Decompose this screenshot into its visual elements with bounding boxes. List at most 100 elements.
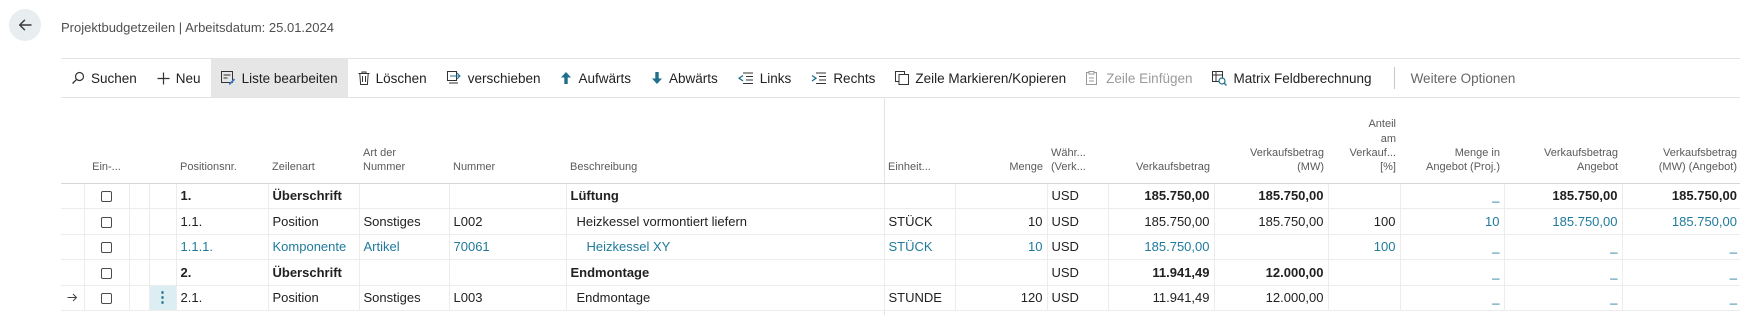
search-button[interactable]: Suchen <box>61 59 147 97</box>
cell-menge[interactable] <box>955 183 1048 209</box>
cell-nummer[interactable]: 70061 <box>449 234 567 260</box>
cell-anteil[interactable]: 100 <box>1328 208 1401 235</box>
cell-verkaufsbetrag[interactable]: 185.750,00 <box>1108 183 1215 209</box>
cell-menge-angebot[interactable]: _ <box>1400 183 1505 209</box>
row-checkbox[interactable] <box>101 242 112 254</box>
col-header-waehrung[interactable]: Währ... (Verk... <box>1047 98 1108 184</box>
cell-menge-angebot[interactable]: _ <box>1400 234 1505 260</box>
table-row-current[interactable]: ⋮ 2.1. Position Sonstiges L003 Endmontag… <box>61 285 1740 311</box>
cell-anteil[interactable]: 100 <box>1328 234 1401 260</box>
table-row[interactable]: 1. Überschrift Lüftung USD 185.750,00 18… <box>61 183 1740 209</box>
cell-beschreibung[interactable]: Endmontage <box>566 259 885 286</box>
delete-button[interactable]: Löschen <box>348 59 437 97</box>
col-header-verkaufsbetrag-mw[interactable]: Verkaufsbetrag (MW) <box>1214 98 1328 184</box>
row-checkbox[interactable] <box>101 267 112 279</box>
cell-menge-angebot[interactable]: _ <box>1400 259 1505 286</box>
row-checkbox[interactable] <box>101 293 112 305</box>
cell-art-der-nummer[interactable]: Sonstiges <box>359 285 450 311</box>
outdent-button[interactable]: Links <box>728 59 802 97</box>
cell-beschreibung[interactable]: Heizkessel XY <box>566 234 885 260</box>
cell-verkaufsbetrag-mw-angebot[interactable]: _ <box>1622 234 1740 260</box>
cell-verkaufsbetrag-angebot[interactable]: 185.750,00 <box>1504 208 1623 235</box>
cell-verkaufsbetrag-mw-angebot[interactable]: _ <box>1622 285 1740 311</box>
table-row[interactable]: 2. Überschrift Endmontage USD 11.941,49 … <box>61 259 1740 286</box>
cell-verkaufsbetrag-mw[interactable]: 185.750,00 <box>1214 208 1329 235</box>
cell-verkaufsbetrag[interactable]: 11.941,49 <box>1108 285 1215 311</box>
cell-nummer[interactable] <box>449 259 567 286</box>
row-checkbox[interactable] <box>101 191 112 203</box>
cell-positionsnr[interactable]: 1.1.1. <box>176 234 269 260</box>
edit-list-button[interactable]: Liste bearbeiten <box>210 59 348 97</box>
cell-verkaufsbetrag-mw-angebot[interactable]: 185.750,00 <box>1622 208 1740 235</box>
cell-verkaufsbetrag-mw[interactable]: 185.750,00 <box>1214 183 1329 209</box>
col-header-zeilenart[interactable]: Zeilenart <box>268 98 359 184</box>
move-button[interactable]: verschieben <box>437 59 551 97</box>
cell-beschreibung[interactable]: Lüftung <box>566 183 885 209</box>
cell-waehrung[interactable]: USD <box>1047 259 1109 286</box>
cell-verkaufsbetrag[interactable]: 185.750,00 <box>1108 208 1215 235</box>
matrix-calculation-button[interactable]: Matrix Feldberechnung <box>1202 59 1381 97</box>
cell-anteil[interactable] <box>1328 285 1401 311</box>
row-actions-icon[interactable]: ⋮ <box>155 290 170 305</box>
cell-einheit[interactable]: STÜCK <box>884 234 956 260</box>
col-header-beschreibung[interactable]: Beschreibung <box>566 98 884 184</box>
cell-waehrung[interactable]: USD <box>1047 234 1109 260</box>
cell-positionsnr[interactable]: 2.1. <box>176 285 269 311</box>
col-header-verkaufsbetrag[interactable]: Verkaufsbetrag <box>1108 98 1214 184</box>
col-header-anteil[interactable]: Anteil am Verkauf... [%] <box>1328 98 1400 184</box>
cell-verkaufsbetrag-mw[interactable]: 12.000,00 <box>1214 285 1329 311</box>
cell-zeilenart[interactable]: Komponente <box>268 234 360 260</box>
col-header-verkaufsbetrag-mw-angebot[interactable]: Verkaufsbetrag (MW) (Angebot) <box>1622 98 1740 184</box>
cell-einheit[interactable]: STÜCK <box>884 208 956 235</box>
cell-einheit[interactable] <box>884 183 956 209</box>
col-header-einheit[interactable]: Einheit... <box>884 98 955 184</box>
cell-verkaufsbetrag-mw[interactable] <box>1214 234 1329 260</box>
cell-zeilenart[interactable]: Überschrift <box>268 183 360 209</box>
cell-menge-angebot[interactable]: 10 <box>1400 208 1505 235</box>
cell-art-der-nummer[interactable] <box>359 183 450 209</box>
col-header-ein[interactable]: Ein-... <box>84 98 129 184</box>
cell-positionsnr[interactable]: 1.1. <box>176 208 269 235</box>
cell-verkaufsbetrag-angebot[interactable]: _ <box>1504 234 1623 260</box>
cell-verkaufsbetrag-mw-angebot[interactable]: _ <box>1622 259 1740 286</box>
move-down-button[interactable]: Abwärts <box>641 59 728 97</box>
insert-line-button[interactable]: Zeile Einfügen <box>1076 59 1202 97</box>
cell-positionsnr[interactable]: 2. <box>176 259 269 286</box>
cell-art-der-nummer[interactable]: Artikel <box>359 234 450 260</box>
new-button[interactable]: Neu <box>147 59 211 97</box>
cell-einheit[interactable] <box>884 259 956 286</box>
more-options-button[interactable]: Weitere Optionen <box>1401 59 1526 97</box>
col-header-menge[interactable]: Menge <box>955 98 1047 184</box>
cell-zeilenart[interactable]: Überschrift <box>268 259 360 286</box>
cell-einheit[interactable]: STUNDE <box>884 285 956 311</box>
cell-art-der-nummer[interactable]: Sonstiges <box>359 208 450 235</box>
cell-nummer[interactable] <box>449 183 567 209</box>
table-row[interactable]: 1.1.1. Komponente Artikel 70061 Heizkess… <box>61 234 1740 260</box>
mark-copy-line-button[interactable]: Zeile Markieren/Kopieren <box>885 59 1076 97</box>
col-header-nummer[interactable]: Nummer <box>449 98 566 184</box>
cell-verkaufsbetrag-angebot[interactable]: _ <box>1504 285 1623 311</box>
cell-zeilenart[interactable]: Position <box>268 285 360 311</box>
cell-verkaufsbetrag-angebot[interactable]: _ <box>1504 259 1623 286</box>
back-button[interactable] <box>9 9 41 41</box>
indent-button[interactable]: Rechts <box>801 59 885 97</box>
table-row[interactable]: 1.1. Position Sonstiges L002 Heizkessel … <box>61 208 1740 235</box>
cell-beschreibung[interactable]: Heizkessel vormontiert liefern <box>566 208 885 235</box>
cell-nummer[interactable]: L002 <box>449 208 567 235</box>
cell-verkaufsbetrag[interactable]: 185.750,00 <box>1108 234 1215 260</box>
cell-beschreibung[interactable]: Endmontage <box>566 285 885 311</box>
cell-anteil[interactable] <box>1328 183 1401 209</box>
cell-positionsnr[interactable]: 1. <box>176 183 269 209</box>
cell-zeilenart[interactable]: Position <box>268 208 360 235</box>
cell-waehrung[interactable]: USD <box>1047 285 1109 311</box>
cell-anteil[interactable] <box>1328 259 1401 286</box>
col-header-verkaufsbetrag-angebot[interactable]: Verkaufsbetrag Angebot <box>1504 98 1622 184</box>
cell-menge[interactable]: 120 <box>955 285 1048 311</box>
col-header-menge-angebot[interactable]: Menge in Angebot (Proj.) <box>1400 98 1504 184</box>
col-header-art-der-nummer[interactable]: Art der Nummer <box>359 98 449 184</box>
cell-verkaufsbetrag-mw-angebot[interactable]: 185.750,00 <box>1622 183 1740 209</box>
cell-verkaufsbetrag-mw[interactable]: 12.000,00 <box>1214 259 1329 286</box>
cell-art-der-nummer[interactable] <box>359 259 450 286</box>
cell-verkaufsbetrag-angebot[interactable]: 185.750,00 <box>1504 183 1623 209</box>
cell-waehrung[interactable]: USD <box>1047 208 1109 235</box>
